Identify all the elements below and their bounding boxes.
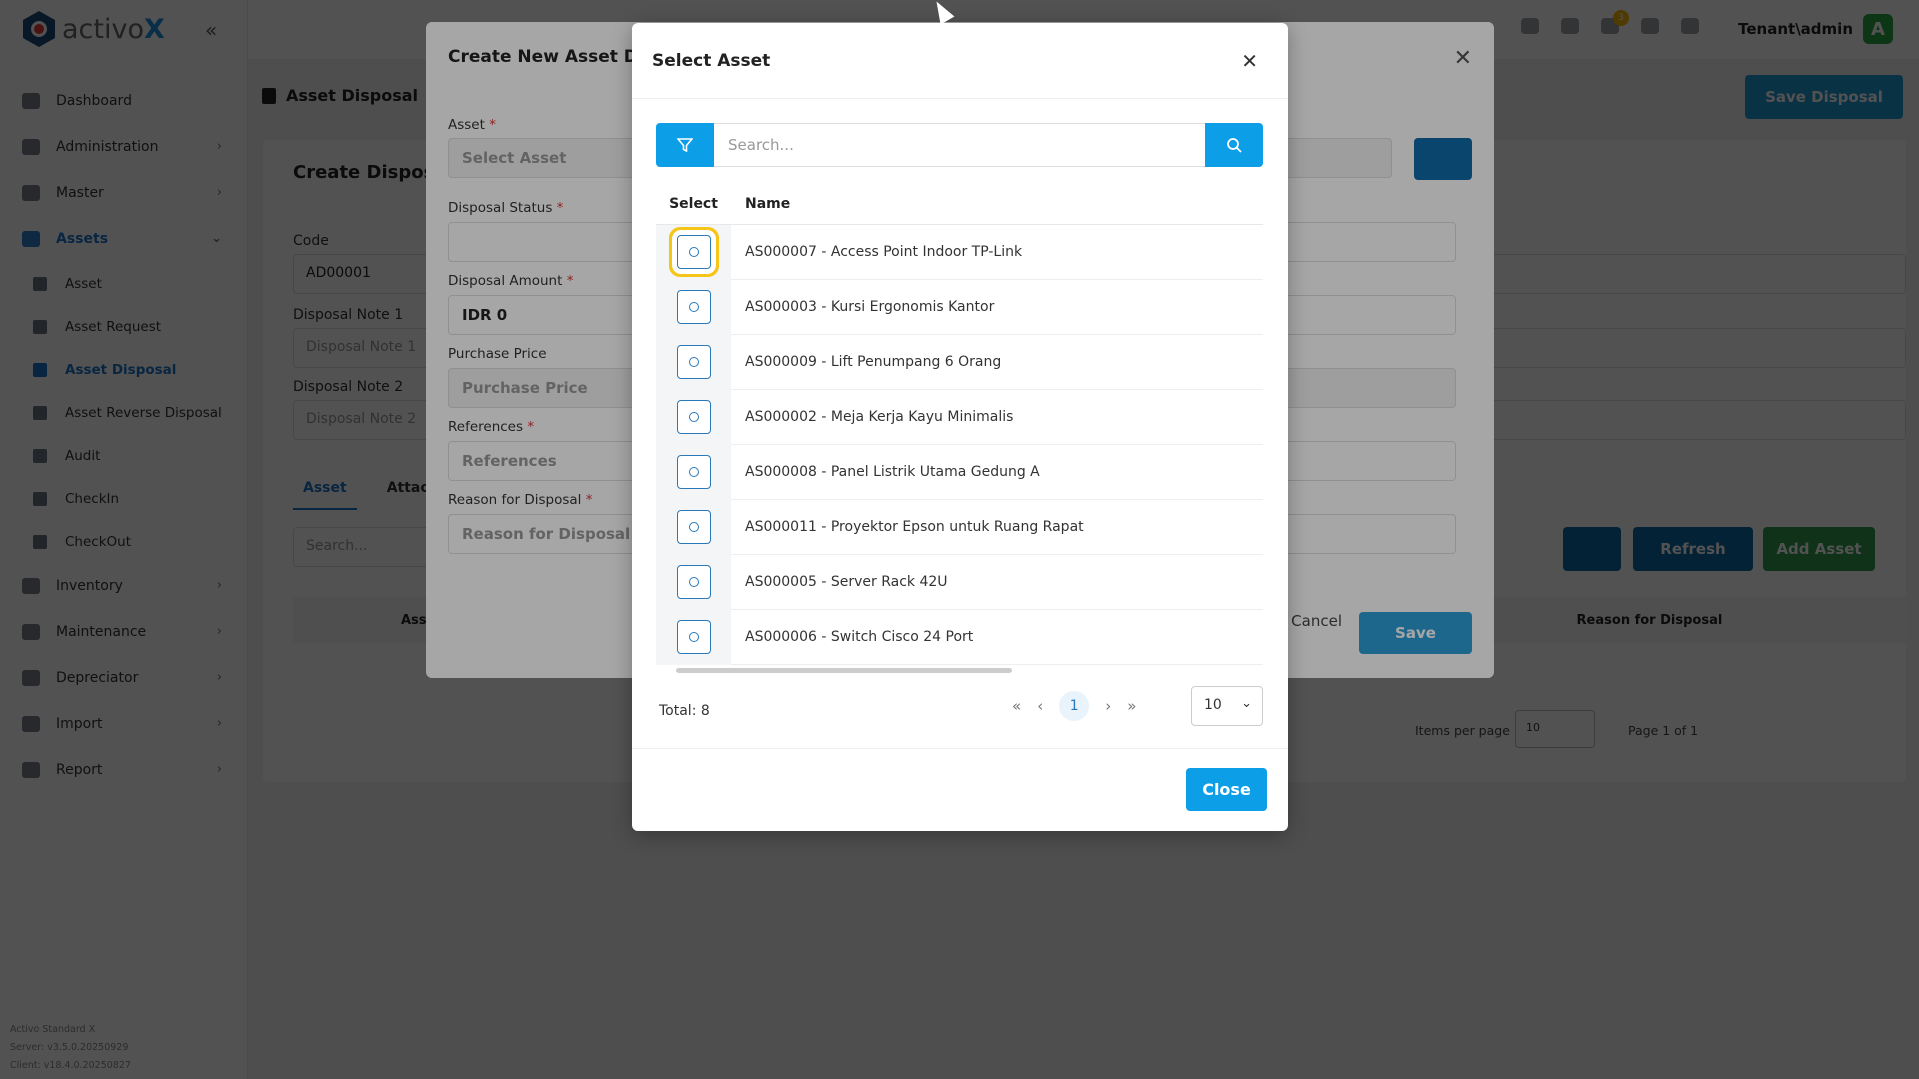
asset-name: AS000007 - Access Point Indoor TP-Link	[745, 244, 1023, 260]
table-row[interactable]: AS000009 - Lift Penumpang 6 Orang	[656, 334, 1263, 390]
col-select: Select	[669, 195, 718, 212]
radio-icon	[688, 522, 699, 532]
radio-icon	[688, 632, 699, 642]
asset-name: AS000003 - Kursi Ergonomis Kantor	[745, 299, 995, 315]
pagination: « ‹ 1 › »	[1012, 691, 1136, 721]
table-row[interactable]: AS000005 - Server Rack 42U	[656, 554, 1263, 610]
prev-page-icon[interactable]: ‹	[1037, 697, 1043, 715]
chevron-down-icon: ⌄	[1241, 696, 1252, 711]
select-asset-modal: Select Asset ✕ Search... Select Name AS0…	[632, 23, 1288, 831]
select-row-button[interactable]	[676, 565, 711, 599]
table-row[interactable]: AS000011 - Proyektor Epson untuk Ruang R…	[656, 499, 1263, 555]
search-icon	[1227, 138, 1242, 153]
close-button[interactable]: Close	[1186, 768, 1267, 811]
last-page-icon[interactable]: »	[1127, 697, 1136, 715]
asset-name: AS000009 - Lift Penumpang 6 Orang	[745, 354, 1002, 370]
table-row[interactable]: AS000002 - Meja Kerja Kayu Minimalis	[656, 389, 1263, 445]
current-page[interactable]: 1	[1059, 691, 1090, 721]
radio-icon	[688, 357, 699, 367]
total-count: Total: 8	[659, 703, 710, 719]
table-row[interactable]: AS000003 - Kursi Ergonomis Kantor	[656, 279, 1263, 335]
select-row-button[interactable]	[676, 455, 711, 489]
asset-name: AS000005 - Server Rack 42U	[745, 574, 948, 590]
table-row[interactable]: AS000007 - Access Point Indoor TP-Link	[656, 224, 1263, 280]
next-page-icon[interactable]: ›	[1105, 697, 1111, 715]
radio-icon	[688, 247, 699, 257]
radio-icon	[688, 467, 699, 477]
radio-icon	[688, 412, 699, 422]
asset-name: AS000011 - Proyektor Epson untuk Ruang R…	[745, 519, 1084, 535]
filter-button[interactable]	[656, 123, 714, 167]
select-row-button[interactable]	[676, 290, 711, 324]
footer-divider	[632, 748, 1288, 749]
select-row-button[interactable]	[676, 345, 711, 379]
horizontal-scrollbar[interactable]	[676, 668, 1012, 673]
search-input[interactable]: Search...	[714, 123, 1205, 167]
table-row[interactable]: AS000006 - Switch Cisco 24 Port	[656, 609, 1263, 665]
select-row-button[interactable]	[676, 235, 711, 269]
asset-table: Select Name AS000007 - Access Point Indo…	[656, 183, 1263, 665]
asset-searchbar: Search...	[656, 123, 1263, 167]
select-row-button[interactable]	[676, 620, 711, 654]
col-name: Name	[745, 195, 791, 212]
select-row-button[interactable]	[676, 510, 711, 544]
per-page-select[interactable]: 10 ⌄	[1191, 686, 1263, 726]
select-row-button[interactable]	[676, 400, 711, 434]
table-row[interactable]: AS000008 - Panel Listrik Utama Gedung A	[656, 444, 1263, 500]
asset-name: AS000002 - Meja Kerja Kayu Minimalis	[745, 409, 1014, 425]
close-icon[interactable]: ✕	[1241, 49, 1258, 73]
radio-icon	[688, 577, 699, 587]
search-button[interactable]	[1205, 123, 1263, 167]
modal-title: Select Asset	[652, 51, 771, 71]
modal-header: Select Asset ✕	[632, 23, 1288, 99]
asset-name: AS000006 - Switch Cisco 24 Port	[745, 629, 974, 645]
asset-name: AS000008 - Panel Listrik Utama Gedung A	[745, 464, 1040, 480]
radio-icon	[688, 302, 699, 312]
table-header: Select Name	[656, 183, 1263, 225]
first-page-icon[interactable]: «	[1012, 697, 1021, 715]
filter-icon	[677, 138, 693, 153]
